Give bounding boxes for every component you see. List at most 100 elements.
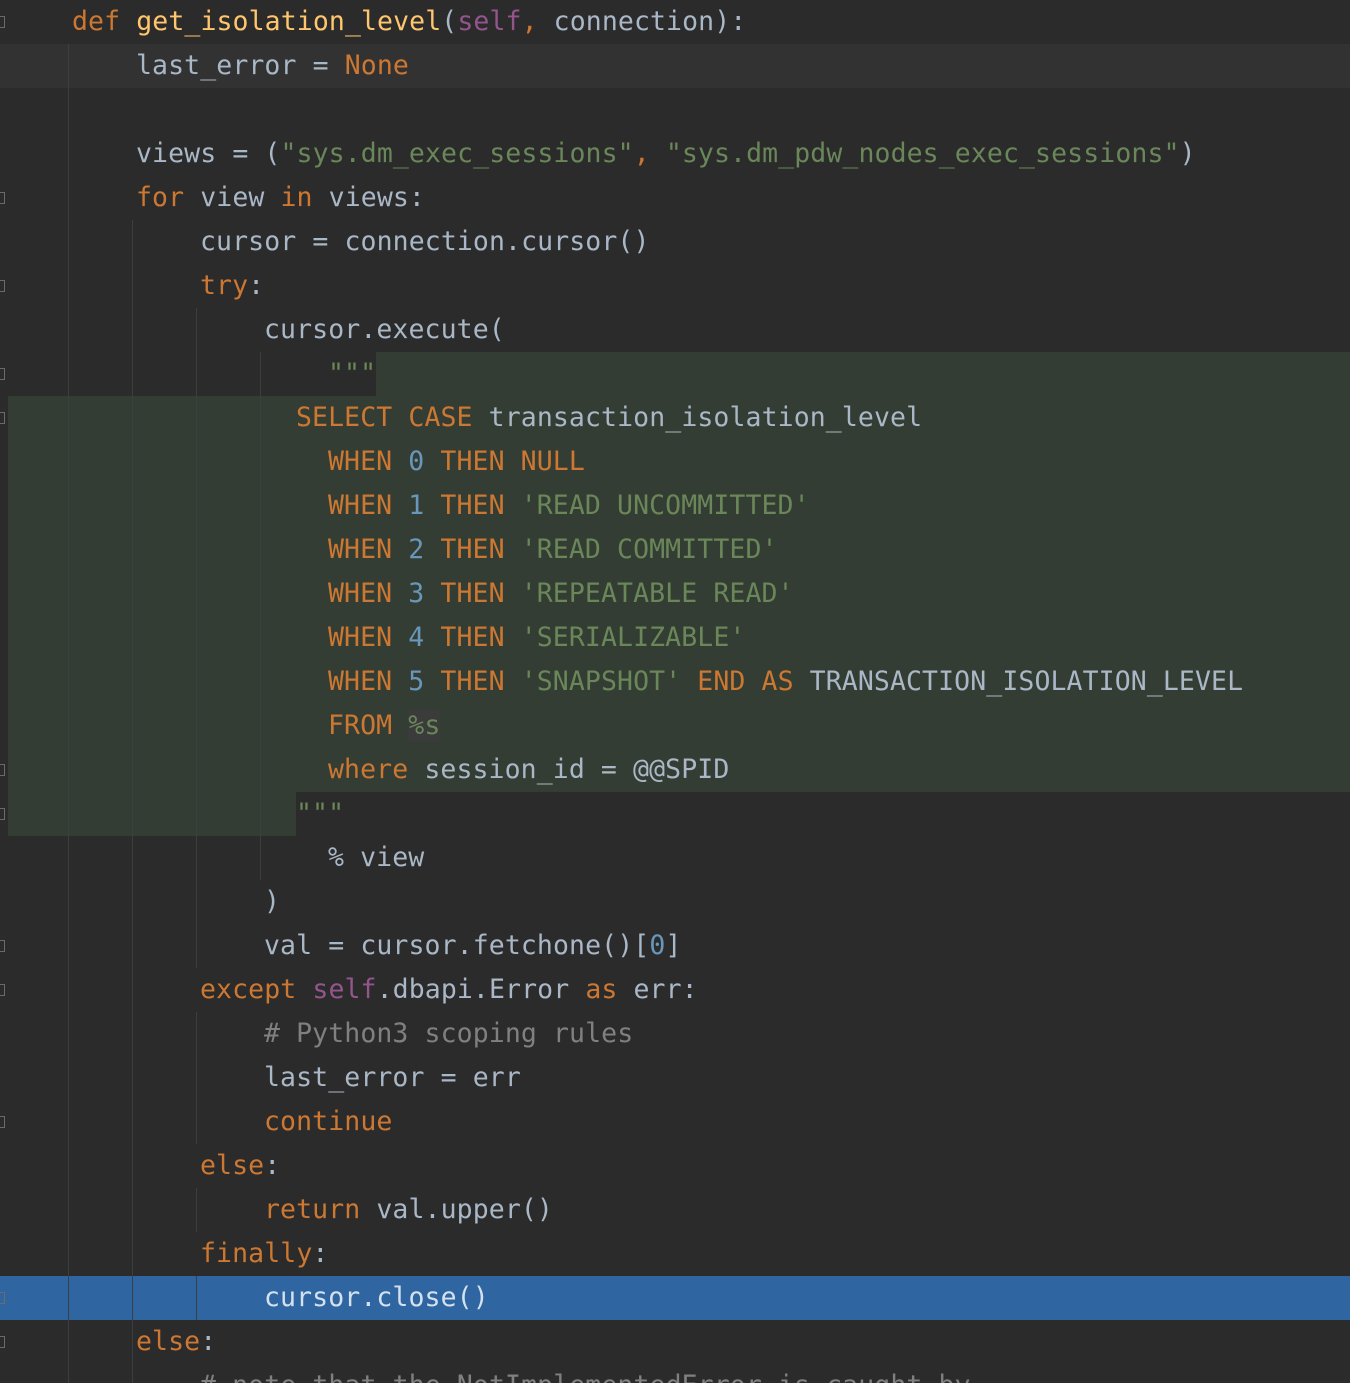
code-token: THEN: [440, 622, 505, 653]
code-token: 'READ COMMITTED': [520, 534, 778, 565]
code-line[interactable]: % view: [0, 836, 424, 880]
code-token: WHEN: [328, 578, 393, 609]
code-token: in: [280, 182, 313, 213]
code-token: FROM: [328, 710, 393, 741]
code-token: THEN: [440, 578, 505, 609]
code-token: get_isolation_level: [136, 6, 442, 37]
code-token: 3: [408, 578, 425, 609]
code-token: def: [72, 6, 121, 37]
code-line[interactable]: for view in views:: [0, 176, 425, 220]
code-token: cursor.close(): [264, 1282, 489, 1313]
code-token: :: [200, 1326, 217, 1357]
code-line[interactable]: continue: [0, 1100, 392, 1144]
code-line[interactable]: FROM %s: [0, 704, 441, 748]
code-editor[interactable]: def get_isolation_level(self, connection…: [0, 0, 1350, 1383]
code-token: """: [296, 798, 345, 829]
code-token: continue: [264, 1106, 393, 1137]
code-line[interactable]: cursor.close(): [0, 1276, 489, 1320]
code-token: try: [200, 270, 249, 301]
code-token: self: [312, 974, 377, 1005]
code-line[interactable]: cursor.execute(: [0, 308, 505, 352]
code-line[interactable]: return val.upper(): [0, 1188, 553, 1232]
code-line[interactable]: last_error = err: [0, 1056, 521, 1100]
code-line[interactable]: cursor = connection.cursor(): [0, 220, 650, 264]
code-token: else: [136, 1326, 201, 1357]
code-token: where: [328, 754, 409, 785]
code-line[interactable]: views = ("sys.dm_exec_sessions", "sys.dm…: [0, 132, 1196, 176]
code-token: THEN: [440, 534, 505, 565]
code-token: THEN NULL: [440, 446, 585, 477]
code-token: WHEN: [328, 666, 393, 697]
code-line[interactable]: # Python3 scoping rules: [0, 1012, 633, 1056]
code-token: END AS: [697, 666, 794, 697]
code-token: WHEN: [328, 534, 393, 565]
code-token: %s: [408, 710, 441, 741]
code-token: 'SERIALIZABLE': [520, 622, 746, 653]
code-token: WHEN: [328, 490, 393, 521]
code-token: for: [136, 182, 185, 213]
code-line[interactable]: [0, 88, 8, 132]
code-line[interactable]: WHEN 0 THEN NULL: [0, 440, 585, 484]
code-token: 4: [408, 622, 425, 653]
code-line[interactable]: val = cursor.fetchone()[0]: [0, 924, 681, 968]
code-line[interactable]: WHEN 4 THEN 'SERIALIZABLE': [0, 616, 745, 660]
code-line[interactable]: """: [0, 352, 376, 396]
code-token: last_error =: [136, 50, 345, 81]
code-token: (: [441, 6, 458, 37]
code-token: view: [184, 182, 281, 213]
code-line[interactable]: # note that the NotImplementedError is c…: [0, 1364, 971, 1383]
code-line[interactable]: ): [0, 880, 280, 924]
code-token: """: [328, 358, 377, 389]
code-token: views:: [312, 182, 425, 213]
code-token: 'SNAPSHOT': [520, 666, 682, 697]
code-token: THEN: [440, 490, 505, 521]
code-token: "sys.dm_pdw_nodes_exec_sessions": [665, 138, 1180, 169]
code-line[interactable]: WHEN 2 THEN 'READ COMMITTED': [0, 528, 778, 572]
code-token: SELECT: [296, 402, 393, 433]
code-token: ): [1179, 138, 1196, 169]
code-token: cursor.execute(: [264, 314, 505, 345]
code-token: session_id = @@SPID: [408, 754, 730, 785]
code-line[interactable]: else:: [0, 1320, 216, 1364]
code-token: 0: [649, 930, 666, 961]
code-line[interactable]: def get_isolation_level(self, connection…: [0, 0, 746, 44]
code-token: val = cursor.fetchone()[: [264, 930, 650, 961]
code-token: ): [264, 886, 281, 917]
code-line[interactable]: last_error = None: [0, 44, 409, 88]
code-token: err:: [617, 974, 698, 1005]
code-token: except: [200, 974, 297, 1005]
code-line[interactable]: """: [0, 792, 344, 836]
code-line[interactable]: WHEN 1 THEN 'READ UNCOMMITTED': [0, 484, 810, 528]
code-token: 'REPEATABLE READ': [520, 578, 794, 609]
code-token: ,: [633, 138, 666, 169]
code-token: return: [264, 1194, 361, 1225]
code-token: 0: [408, 446, 425, 477]
code-line[interactable]: where session_id = @@SPID: [0, 748, 729, 792]
code-line[interactable]: try:: [0, 264, 264, 308]
code-line[interactable]: else:: [0, 1144, 280, 1188]
code-line[interactable]: WHEN 3 THEN 'REPEATABLE READ': [0, 572, 794, 616]
code-token: as: [585, 974, 618, 1005]
code-line[interactable]: SELECT CASE transaction_isolation_level: [0, 396, 922, 440]
code-line[interactable]: finally:: [0, 1232, 328, 1276]
code-token: THEN: [440, 666, 505, 697]
code-line[interactable]: WHEN 5 THEN 'SNAPSHOT' END AS TRANSACTIO…: [0, 660, 1243, 704]
code-line[interactable]: except self.dbapi.Error as err:: [0, 968, 698, 1012]
code-token: cursor = connection.cursor(): [200, 226, 650, 257]
